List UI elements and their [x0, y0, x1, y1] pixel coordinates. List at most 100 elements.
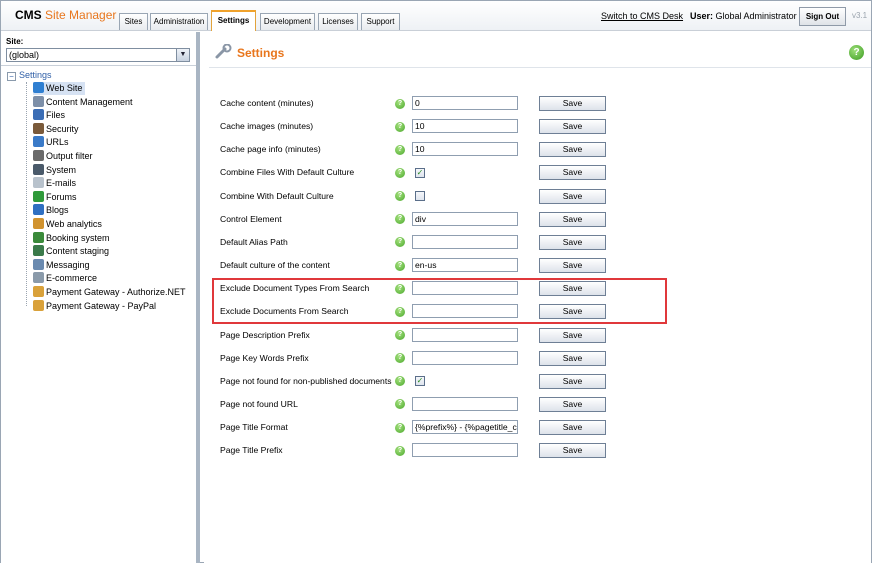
tree-item-security[interactable]: Security [33, 122, 79, 136]
save-button-exclude-document-types-from-search[interactable]: Save [539, 281, 606, 297]
input-cache-content-minutes[interactable]: 0 [412, 96, 518, 110]
tree-item-files[interactable]: Files [33, 109, 65, 122]
tree-item-label: Content Management [46, 96, 133, 107]
system-icon [33, 163, 44, 175]
tree-item-payment-gateway-authorize-net[interactable]: Payment Gateway - Authorize.NET [33, 286, 186, 299]
help-icon[interactable]: ? [395, 445, 405, 456]
help-icon[interactable]: ? [395, 98, 405, 109]
tree-item-label: E-mails [46, 178, 77, 189]
left-divider [1, 65, 196, 66]
help-icon[interactable]: ? [395, 214, 405, 225]
tree-item-messaging[interactable]: Messaging [33, 258, 90, 272]
label-default-culture-of-the-content: Default culture of the content [220, 260, 330, 271]
tree-item-blogs[interactable]: Blogs [33, 204, 69, 217]
save-button-page-description-prefix[interactable]: Save [539, 327, 606, 343]
save-button-page-key-words-prefix[interactable]: Save [539, 350, 606, 366]
chevron-down-icon[interactable]: ▼ [176, 49, 189, 61]
save-button-page-not-found-url[interactable]: Save [539, 396, 606, 412]
tab-development[interactable]: Development [260, 13, 315, 30]
tree-item-system[interactable]: System [33, 163, 76, 177]
input-cache-images-minutes[interactable]: 10 [412, 119, 518, 134]
tab-sites[interactable]: Sites [119, 13, 148, 30]
help-icon[interactable]: ? [395, 399, 405, 410]
tree-item-booking-system[interactable]: Booking system [33, 231, 110, 245]
tree-item-content-management[interactable]: Content Management [33, 95, 133, 109]
save-button-cache-images-minutes[interactable]: Save [539, 119, 606, 135]
tree-item-payment-gateway-paypal[interactable]: Payment Gateway - PayPal [33, 299, 157, 313]
input-page-description-prefix[interactable] [412, 327, 518, 342]
input-page-title-format[interactable]: {%prefix%} - {%pagetitle_c [412, 420, 518, 435]
save-button-combine-files-with-default-culture[interactable]: Save [539, 165, 606, 181]
label-page-key-words-prefix: Page Key Words Prefix [220, 352, 309, 363]
sign-out-button[interactable]: Sign Out [799, 7, 846, 26]
save-button-page-title-prefix[interactable]: Save [539, 443, 606, 459]
tree-connector [26, 82, 27, 306]
checkbox-combine-with-default-culture[interactable] [415, 191, 425, 202]
tree-item-forums[interactable]: Forums [33, 190, 77, 204]
help-icon[interactable]: ? [395, 144, 405, 155]
help-icon[interactable]: ? [395, 422, 405, 433]
help-icon[interactable]: ? [395, 167, 405, 178]
save-button-cache-page-info-minutes[interactable]: Save [539, 142, 606, 158]
tree-item-web-analytics[interactable]: Web analytics [33, 218, 102, 231]
save-button-combine-with-default-culture[interactable]: Save [539, 188, 606, 204]
tree-item-content-staging[interactable]: Content staging [33, 245, 109, 258]
help-icon[interactable]: ? [395, 283, 405, 294]
input-default-culture-of-the-content[interactable]: en-us [412, 258, 518, 273]
input-cache-page-info-minutes[interactable]: 10 [412, 142, 518, 157]
tree-item-label: Payment Gateway - PayPal [46, 300, 157, 311]
input-control-element[interactable]: div [412, 211, 518, 226]
switch-to-cms-desk-link[interactable]: Switch to CMS Desk [601, 11, 683, 21]
save-button-exclude-documents-from-search[interactable]: Save [539, 304, 606, 320]
save-button-default-alias-path[interactable]: Save [539, 234, 606, 250]
help-icon[interactable]: ? [395, 191, 405, 202]
checkbox-combine-files-with-default-culture[interactable]: ✓ [415, 167, 425, 178]
help-icon[interactable]: ? [395, 330, 405, 340]
label-default-alias-path: Default Alias Path [220, 236, 288, 247]
user-name: Global Administrator [715, 11, 797, 21]
tab-licenses[interactable]: Licenses [318, 13, 358, 30]
tree-item-urls[interactable]: URLs [33, 136, 69, 149]
help-icon[interactable]: ? [395, 306, 405, 317]
help-icon[interactable]: ? [849, 45, 864, 60]
checkbox-page-not-found-for-non-published-documents[interactable]: ✓ [415, 376, 425, 387]
files-icon [33, 109, 44, 121]
tree-item-output-filter[interactable]: Output filter [33, 150, 93, 163]
version-label: v3.1 [852, 11, 868, 20]
tab-support[interactable]: Support [361, 13, 400, 30]
input-exclude-documents-from-search[interactable] [412, 304, 518, 319]
input-default-alias-path[interactable] [412, 234, 518, 249]
save-button-page-title-format[interactable]: Save [539, 420, 606, 436]
tree-item-e-commerce[interactable]: E-commerce [33, 272, 97, 285]
user-info: User: Global Administrator [690, 11, 797, 21]
input-page-not-found-url[interactable] [412, 396, 518, 411]
label-cache-images-minutes: Cache images (minutes) [220, 121, 314, 132]
input-page-title-prefix[interactable] [412, 443, 518, 458]
help-icon[interactable]: ? [395, 353, 405, 364]
globe-icon [33, 82, 44, 93]
tab-settings[interactable]: Settings [211, 10, 256, 31]
tree-item-web-site[interactable]: Web Site [33, 82, 86, 95]
save-button-cache-content-minutes[interactable]: Save [539, 96, 606, 111]
logo-site-manager: Site Manager [45, 8, 117, 22]
help-icon[interactable]: ? [395, 121, 405, 132]
help-icon[interactable]: ? [395, 260, 405, 271]
input-exclude-document-types-from-search[interactable] [412, 281, 518, 296]
save-button-default-culture-of-the-content[interactable]: Save [539, 258, 606, 274]
save-button-page-not-found-for-non-published-documents[interactable]: Save [539, 373, 606, 389]
help-icon[interactable]: ? [395, 376, 405, 387]
tree-root-settings[interactable]: − Settings [7, 70, 52, 81]
collapse-icon[interactable]: − [7, 72, 16, 81]
tree-item-e-mails[interactable]: E-mails [33, 177, 76, 190]
tree-item-label: Web Site [46, 83, 83, 93]
help-icon[interactable]: ? [395, 237, 405, 248]
input-page-key-words-prefix[interactable] [412, 350, 518, 365]
site-select[interactable]: (global) ▼ [6, 48, 190, 62]
tree-item-label: Web analytics [46, 219, 102, 229]
tab-administration[interactable]: Administration [150, 13, 208, 30]
site-select-value: (global) [9, 50, 40, 60]
save-button-control-element[interactable]: Save [539, 211, 606, 227]
security-icon [33, 122, 44, 134]
forums-icon [33, 190, 44, 202]
label-page-description-prefix: Page Description Prefix [220, 329, 310, 340]
